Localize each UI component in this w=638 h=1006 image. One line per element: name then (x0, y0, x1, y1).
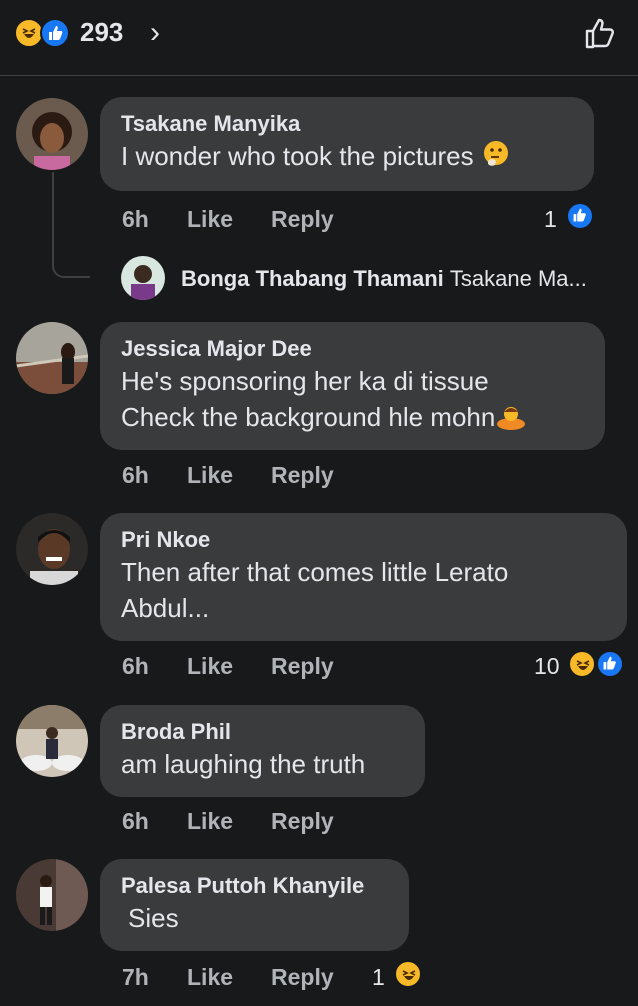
comment-text: Then after that comes little Lerato Abdu… (121, 557, 509, 623)
reply-button[interactable]: Reply (271, 963, 334, 991)
comment-bubble[interactable]: Pri Nkoe Then after that comes little Le… (100, 513, 627, 641)
like-icon (40, 18, 70, 48)
haha-icon (394, 960, 422, 988)
avatar[interactable] (16, 98, 88, 170)
reaction-count[interactable]: 1 (372, 963, 385, 991)
reply-author[interactable]: Bonga Thabang Thamani (181, 266, 444, 291)
chevron-right-icon[interactable]: › (150, 18, 160, 48)
comment-time: 7h (122, 964, 149, 990)
comment-bubble[interactable]: Tsakane Manyika I wonder who took the pi… (100, 97, 594, 191)
comment-time: 6h (122, 653, 149, 679)
reaction-count[interactable]: 1 (544, 205, 557, 233)
comment-text: He's sponsoring her ka di tissue Check t… (121, 363, 585, 435)
reaction-count[interactable]: 10 (534, 652, 560, 680)
total-reaction-count: 293 (80, 17, 124, 47)
comment-actions: 6h Like Reply (122, 461, 362, 489)
comment-time: 6h (122, 462, 149, 488)
comment-author[interactable]: Palesa Puttoh Khanyile (121, 872, 389, 900)
comment-text: I wonder who took the pictures (121, 138, 574, 174)
comment-text: am laughing the truth (121, 749, 366, 779)
like-button[interactable]: Like (187, 652, 233, 680)
comment-text: Sies (128, 903, 179, 933)
avatar[interactable] (16, 322, 88, 394)
avatar[interactable] (16, 513, 88, 585)
comment-actions: 6h Like Reply (122, 652, 362, 680)
comment-time: 6h (122, 206, 149, 232)
person-bowing-icon (497, 407, 526, 430)
thumbs-up-outline-icon[interactable] (582, 14, 620, 52)
avatar[interactable] (16, 705, 88, 777)
comment-author[interactable]: Pri Nkoe (121, 526, 607, 554)
reaction-icons (14, 18, 76, 48)
like-icon (566, 202, 594, 230)
comment-actions: 6h Like Reply (122, 205, 362, 233)
comment-author[interactable]: Jessica Major Dee (121, 335, 585, 363)
haha-icon (568, 650, 596, 678)
like-button[interactable]: Like (187, 963, 233, 991)
reply-avatar[interactable] (121, 256, 165, 300)
reply-preview[interactable]: Bonga Thabang Thamani Tsakane Ma... (181, 266, 587, 292)
reactions-header[interactable]: 293 › (0, 0, 638, 76)
like-button[interactable]: Like (187, 205, 233, 233)
comment-author[interactable]: Broda Phil (121, 718, 405, 746)
thread-connector (52, 172, 90, 278)
comment-bubble[interactable]: Broda Phil am laughing the truth (100, 705, 425, 797)
avatar[interactable] (16, 859, 88, 931)
reply-button[interactable]: Reply (271, 652, 334, 680)
comment-bubble[interactable]: Jessica Major Dee He's sponsoring her ka… (100, 322, 605, 450)
comment-bubble[interactable]: Palesa Puttoh Khanyile Sies (100, 859, 409, 951)
reply-button[interactable]: Reply (271, 807, 334, 835)
comment-actions: 7h Like Reply (122, 963, 362, 991)
reply-snippet: Tsakane Ma... (449, 266, 587, 291)
like-icon (596, 650, 624, 678)
header-divider (0, 75, 638, 76)
reply-button[interactable]: Reply (271, 205, 334, 233)
comment-time: 6h (122, 808, 149, 834)
comment-author[interactable]: Tsakane Manyika (121, 110, 574, 138)
comment-actions: 6h Like Reply (122, 807, 362, 835)
reply-button[interactable]: Reply (271, 461, 334, 489)
like-button[interactable]: Like (187, 807, 233, 835)
like-button[interactable]: Like (187, 461, 233, 489)
thinking-face-icon (483, 141, 508, 166)
